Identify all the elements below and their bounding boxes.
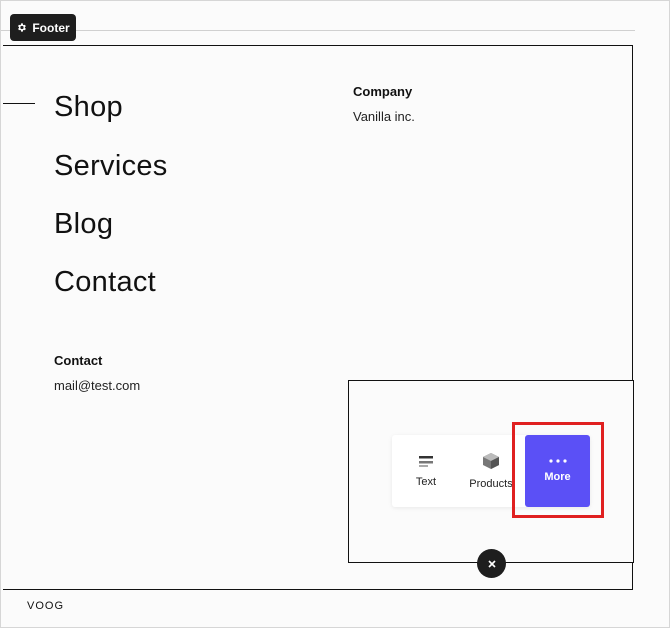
gear-icon: [18, 23, 27, 32]
close-picker-button[interactable]: [477, 549, 506, 578]
picker-products-button[interactable]: Products: [466, 435, 516, 507]
nav-link-contact[interactable]: Contact: [54, 266, 156, 299]
nav-link-blog[interactable]: Blog: [54, 208, 113, 241]
nav-link-services[interactable]: Services: [54, 150, 168, 183]
company-name: Vanilla inc.: [353, 109, 415, 124]
voog-logo[interactable]: VOOG: [27, 600, 64, 612]
company-heading: Company: [353, 84, 413, 99]
footer-tag-label: Footer: [32, 20, 70, 35]
footer-settings-button[interactable]: Footer: [10, 14, 76, 41]
close-icon: [487, 559, 496, 568]
page-divider: [1, 30, 635, 31]
more-dots-icon: [548, 459, 567, 463]
text-icon: [419, 456, 433, 467]
picker-more-label: More: [544, 471, 571, 483]
editor-canvas: Footer Shop Services Blog Contact Compan…: [0, 0, 670, 628]
nav-link-shop[interactable]: Shop: [54, 91, 123, 124]
picker-more-button[interactable]: More: [525, 435, 590, 507]
nav-indicator-line: [3, 103, 35, 104]
contact-email: mail@test.com: [54, 378, 141, 393]
picker-text-label: Text: [415, 476, 437, 488]
product-box-icon: [483, 453, 499, 469]
picker-products-label: Products: [469, 478, 513, 490]
contact-heading: Contact: [54, 353, 103, 368]
picker-text-button[interactable]: Text: [402, 435, 450, 507]
